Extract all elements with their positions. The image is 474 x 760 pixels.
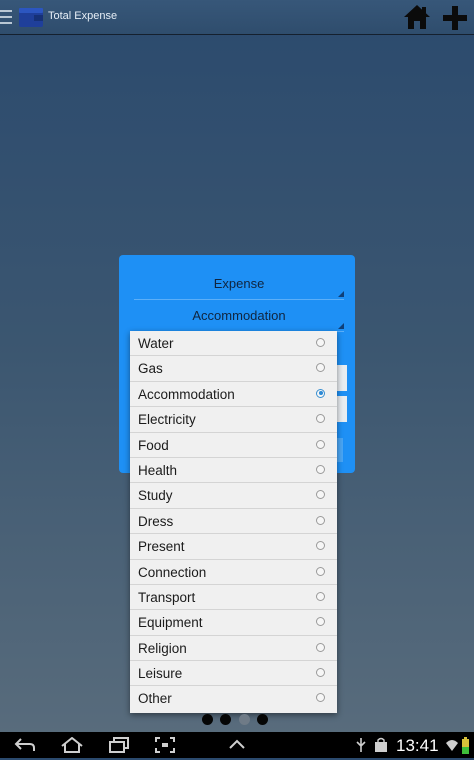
dropdown-item-label: Leisure [138,666,183,682]
dropdown-item[interactable]: Present [130,534,337,560]
type-spinner-value: Expense [213,276,265,291]
plus-icon[interactable] [441,4,469,32]
radio-unchecked-icon[interactable] [316,566,325,576]
clock: 13:41 [396,736,439,755]
radio-unchecked-icon[interactable] [316,515,325,525]
recents-icon[interactable] [108,737,130,758]
radio-unchecked-icon[interactable] [316,338,325,347]
dropdown-item-label: Present [138,539,185,555]
back-icon[interactable] [14,737,36,758]
radio-unchecked-icon[interactable] [316,591,325,601]
dropdown-item[interactable]: Accommodation [130,382,337,408]
dropdown-item-label: Other [138,691,172,707]
save-button-edge[interactable] [337,438,343,462]
dropdown-item[interactable]: Study [130,483,337,509]
category-spinner[interactable]: Accommodation [134,301,344,332]
radio-unchecked-icon[interactable] [316,439,325,449]
dropdown-item-label: Health [138,462,178,478]
dropdown-item-label: Religion [138,640,187,656]
radio-unchecked-icon[interactable] [316,363,325,373]
dropdown-item-label: Equipment [138,615,203,631]
dropdown-item-label: Accommodation [138,386,235,402]
dropdown-item-label: Study [138,488,173,504]
radio-unchecked-icon[interactable] [316,414,325,424]
dropdown-item[interactable]: Transport [130,585,337,611]
up-arrow-icon[interactable] [228,737,246,756]
home-nav-icon[interactable] [60,736,84,758]
spinner-caret-icon [338,291,344,297]
app-title: Total Expense [48,10,118,22]
dropdown-item-label: Connection [138,564,207,580]
usb-icon [355,737,367,758]
dropdown-item-label: Gas [138,361,163,377]
page-dot[interactable] [202,714,213,725]
radio-unchecked-icon[interactable] [316,693,325,703]
dropdown-item-label: Food [138,437,169,453]
dropdown-item[interactable]: Food [130,433,337,458]
dropdown-item-label: Electricity [138,412,196,428]
dropdown-item[interactable]: Other [130,686,337,711]
system-nav-bar: 13:41 [0,732,474,758]
screenshot-icon[interactable] [155,737,175,758]
dropdown-item[interactable]: Health [130,458,337,484]
wifi-icon [445,737,459,758]
action-bar: Total Expense [0,0,474,35]
dropdown-item[interactable]: Water [130,331,337,357]
radio-unchecked-icon[interactable] [316,464,325,474]
dropdown-item[interactable]: Dress [130,509,337,535]
dropdown-item[interactable]: Connection [130,560,337,585]
dropdown-item[interactable]: Religion [130,636,337,662]
radio-unchecked-icon[interactable] [316,541,325,551]
dropdown-item[interactable]: Gas [130,356,337,382]
dropdown-item[interactable]: Electricity [130,407,337,433]
spinner-caret-icon [338,323,344,329]
radio-unchecked-icon[interactable] [316,617,325,627]
menu-icon[interactable] [0,10,12,24]
dropdown-item[interactable]: Leisure [130,661,337,687]
bag-icon [374,737,388,758]
type-spinner[interactable]: Expense [134,269,344,300]
page-dot[interactable] [220,714,231,725]
dropdown-item-label: Transport [138,589,196,605]
category-dropdown-list: Water Gas Accommodation Electricity Food Heal… [130,331,337,713]
amount-field-edge[interactable] [337,365,347,391]
page-dot[interactable] [257,714,268,725]
page-dot-active[interactable] [239,714,250,725]
radio-checked-icon[interactable] [316,388,325,398]
dropdown-item-label: Dress [138,513,174,529]
battery-icon [460,737,470,760]
note-field-edge[interactable] [337,396,347,422]
radio-unchecked-icon[interactable] [316,668,325,678]
dropdown-item-label: Water [138,336,174,351]
radio-unchecked-icon[interactable] [316,642,325,652]
home-icon[interactable] [403,4,431,30]
dropdown-item[interactable]: Equipment [130,610,337,636]
wallet-icon [18,5,44,29]
radio-unchecked-icon[interactable] [316,490,325,500]
category-spinner-value: Accommodation [192,308,286,323]
